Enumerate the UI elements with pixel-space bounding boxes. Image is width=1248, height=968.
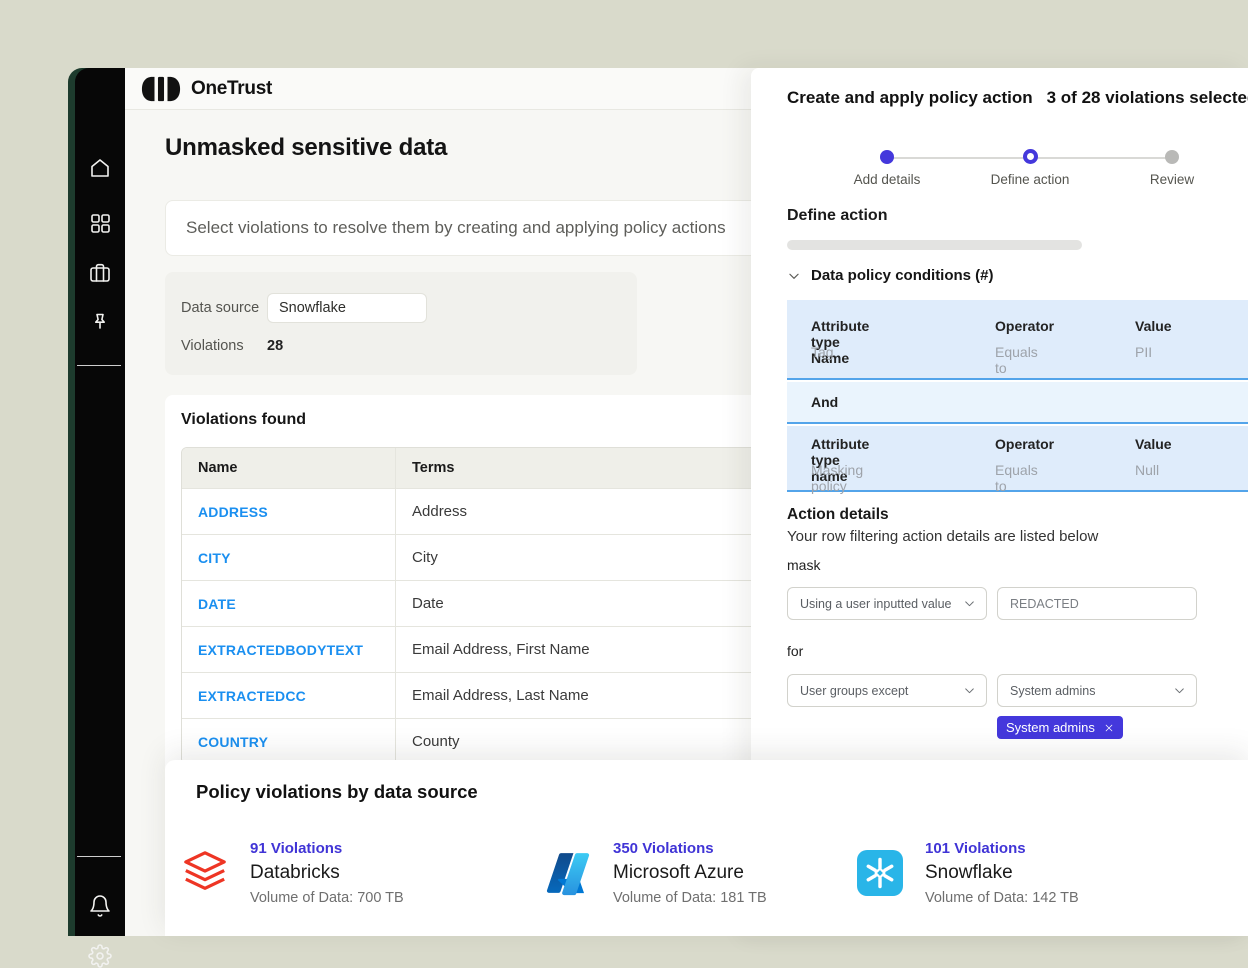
violations-label: Violations — [181, 338, 244, 354]
condition-operator-label: Operator — [995, 436, 1054, 452]
page-title: Unmasked sensitive data — [165, 134, 447, 162]
briefcase-icon[interactable] — [88, 261, 112, 285]
violation-summary-box: Data source Violations 28 — [165, 272, 637, 375]
condition-connector-row: And — [787, 382, 1248, 424]
step-dot-review[interactable] — [1165, 150, 1179, 164]
chevron-down-icon — [1173, 684, 1186, 697]
source-volume: Volume of Data: 700 TB — [250, 890, 404, 906]
snowflake-icon — [857, 850, 903, 896]
violation-name-link[interactable]: COUNTRY — [198, 734, 268, 750]
condition-value-value: Null — [1135, 462, 1159, 478]
condition-operator-value: Equals to — [995, 344, 1038, 376]
group-mode-select[interactable]: User groups except — [787, 674, 987, 707]
drawer-title: Create and apply policy action — [787, 88, 1033, 108]
violations-count-link[interactable]: 101 Violations — [925, 840, 1079, 857]
step-label-define-action: Define action — [975, 172, 1085, 187]
for-label: for — [787, 643, 803, 659]
violation-name-link[interactable]: CITY — [198, 550, 231, 566]
close-icon[interactable] — [1104, 723, 1114, 733]
violations-found-heading: Violations found — [181, 411, 306, 429]
violation-name-link[interactable]: DATE — [198, 596, 236, 612]
condition-row-1: Attribute type NameTag OperatorEquals to… — [787, 300, 1248, 380]
condition-value-value: PII — [1135, 344, 1152, 360]
step-label-review: Review — [1117, 172, 1227, 187]
chevron-down-icon — [963, 597, 976, 610]
chevron-down-icon — [963, 684, 976, 697]
policy-violations-panel: Policy violations by data source 91 Viol… — [165, 760, 1248, 936]
azure-icon — [545, 850, 591, 896]
app-sidebar — [75, 68, 125, 936]
pin-icon[interactable] — [88, 311, 112, 335]
violations-count-link[interactable]: 91 Violations — [250, 840, 404, 857]
gear-icon[interactable] — [88, 944, 112, 968]
brand-name: OneTrust — [191, 78, 272, 100]
tag-label: System admins — [1006, 720, 1095, 735]
group-mode-value: User groups except — [800, 684, 908, 698]
mask-value-input[interactable] — [997, 587, 1197, 620]
source-name: Microsoft Azure — [613, 862, 767, 884]
data-source-label: Data source — [181, 300, 259, 316]
chevron-down-icon — [787, 269, 801, 283]
violations-count-link[interactable]: 350 Violations — [613, 840, 767, 857]
group-value-text: System admins — [1010, 684, 1095, 698]
action-details-heading: Action details — [787, 506, 889, 524]
selected-group-tag[interactable]: System admins — [997, 716, 1123, 739]
onetrust-logo[interactable]: OneTrust — [141, 76, 272, 102]
mask-method-value: Using a user inputted value — [800, 597, 951, 611]
sidebar-divider-bottom — [77, 856, 121, 857]
group-value-select[interactable]: System admins — [997, 674, 1197, 707]
source-name: Snowflake — [925, 862, 1079, 884]
violation-name-link[interactable]: EXTRACTEDBODYTEXT — [198, 642, 363, 658]
databricks-icon — [182, 850, 228, 896]
condition-value-label: Value — [1135, 436, 1172, 452]
source-volume: Volume of Data: 181 TB — [613, 890, 767, 906]
condition-row-2: Attribute type nameMasking policy Operat… — [787, 426, 1248, 492]
mask-method-select[interactable]: Using a user inputted value — [787, 587, 987, 620]
bell-icon[interactable] — [88, 894, 112, 918]
data-source-card-databricks: 91 Violations Databricks Volume of Data:… — [182, 838, 404, 906]
panel-heading: Policy violations by data source — [196, 781, 478, 803]
step-label-add-details: Add details — [832, 172, 942, 187]
violations-count: 28 — [267, 338, 283, 354]
data-source-card-azure: 350 Violations Microsoft Azure Volume of… — [545, 838, 767, 906]
sidebar-divider-top — [77, 365, 121, 366]
source-name: Databricks — [250, 862, 404, 884]
condition-attribute-value: Tag — [811, 344, 834, 360]
data-source-card-snowflake: 101 Violations Snowflake Volume of Data:… — [857, 838, 1079, 906]
apps-grid-icon[interactable] — [88, 211, 112, 235]
selection-summary: 3 of 28 violations selected — [1047, 88, 1248, 108]
conditions-header-label: Data policy conditions (#) — [811, 267, 994, 284]
step-dot-define-action[interactable] — [1023, 149, 1038, 164]
condition-operator-value: Equals to — [995, 462, 1038, 494]
condition-operator-label: Operator — [995, 318, 1054, 334]
drawer-title-row: Create and apply policy action 3 of 28 v… — [787, 88, 1248, 108]
action-details-subheading: Your row filtering action details are li… — [787, 528, 1098, 545]
connector-label: And — [811, 394, 838, 410]
source-volume: Volume of Data: 142 TB — [925, 890, 1079, 906]
data-source-input[interactable] — [267, 293, 427, 323]
step-dot-add-details[interactable] — [880, 150, 894, 164]
mask-label: mask — [787, 557, 820, 573]
define-action-heading: Define action — [787, 207, 887, 225]
condition-value-label: Value — [1135, 318, 1172, 334]
loading-skeleton-bar — [787, 240, 1082, 250]
condition-attribute-value: Masking policy — [811, 462, 863, 494]
conditions-collapse-header[interactable]: Data policy conditions (#) — [787, 267, 994, 284]
onetrust-logo-icon — [141, 76, 181, 102]
column-header-name: Name — [182, 448, 396, 488]
home-icon[interactable] — [88, 156, 112, 180]
violation-name-link[interactable]: ADDRESS — [198, 504, 268, 520]
violation-name-link[interactable]: EXTRACTEDCC — [198, 688, 306, 704]
